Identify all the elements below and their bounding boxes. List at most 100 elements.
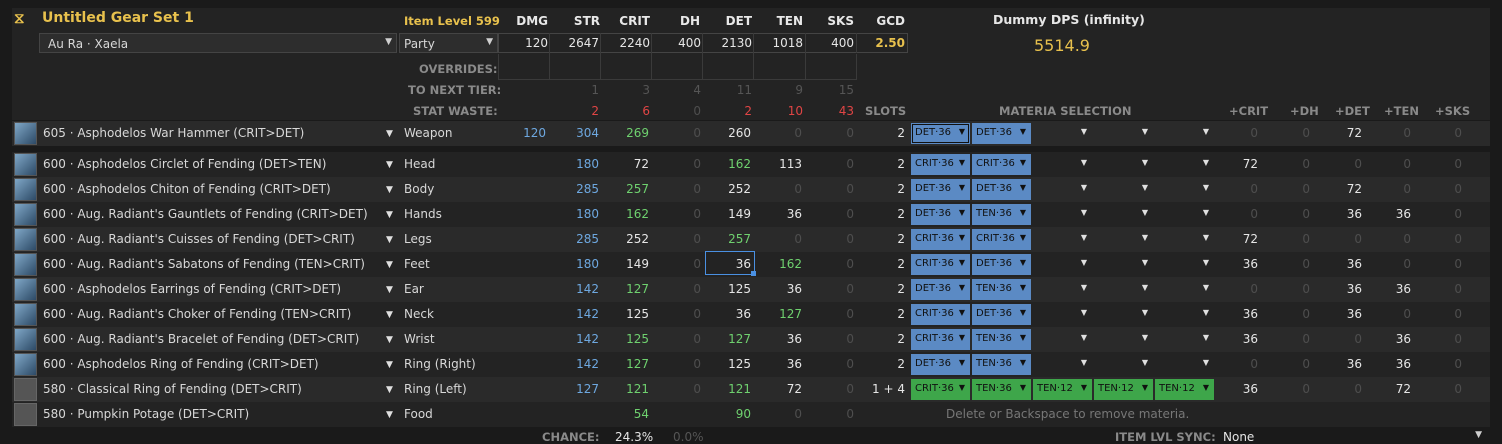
materia-select[interactable]: ▼ <box>1155 154 1214 175</box>
materia-select[interactable]: ▼ <box>1155 329 1214 350</box>
item-name-select[interactable]: 605 · Asphodelos War Hammer (CRIT>DET) <box>43 126 383 140</box>
chevron-down-icon[interactable]: ▼ <box>386 335 393 345</box>
stat-det-cell[interactable]: 125 <box>707 357 751 371</box>
stat-dh-cell[interactable]: 0 <box>657 157 701 171</box>
materia-select[interactable]: ▼ <box>1094 329 1153 350</box>
stat-ten-cell[interactable]: 0 <box>758 407 802 421</box>
stat-str-cell[interactable]: 285 <box>555 182 599 196</box>
stat-det-cell[interactable]: 90 <box>707 407 751 421</box>
stat-sks-cell[interactable]: 0 <box>810 257 854 271</box>
stat-det-cell[interactable]: 125 <box>707 282 751 296</box>
materia-select[interactable]: TEN·36 ▼ <box>972 379 1031 400</box>
stat-str-cell[interactable]: 142 <box>555 332 599 346</box>
materia-select[interactable]: ▼ <box>1033 329 1092 350</box>
materia-select[interactable]: TEN·36 ▼ <box>972 204 1031 225</box>
stat-ten-cell[interactable]: 36 <box>758 207 802 221</box>
materia-select[interactable]: ▼ <box>1155 179 1214 200</box>
stat-ten-cell[interactable]: 36 <box>758 332 802 346</box>
chevron-down-icon[interactable]: ▼ <box>386 129 393 139</box>
materia-select[interactable]: ▼ <box>1033 304 1092 325</box>
stat-crit-cell[interactable]: 127 <box>605 357 649 371</box>
materia-select[interactable]: DET·36 ▼ <box>972 123 1031 144</box>
stat-crit-cell[interactable]: 269 <box>605 126 649 140</box>
stat-sks-cell[interactable]: 0 <box>810 182 854 196</box>
gearset-title[interactable]: Untitled Gear Set 1 <box>42 10 194 26</box>
materia-select[interactable]: TEN·36 ▼ <box>972 279 1031 300</box>
materia-select[interactable]: DET·36 ▼ <box>911 279 970 300</box>
item-level-sync-select[interactable]: None ▼ <box>1218 428 1486 444</box>
materia-select[interactable]: ▼ <box>1033 254 1092 275</box>
stat-det-cell[interactable]: 260 <box>707 126 751 140</box>
selected-cell-outline[interactable] <box>705 251 755 275</box>
item-name-select[interactable]: 600 · Aug. Radiant's Gauntlets of Fendin… <box>43 207 383 221</box>
stat-dh-cell[interactable]: 0 <box>657 126 701 140</box>
materia-select[interactable]: CRIT·36 ▼ <box>911 379 970 400</box>
stat-det-cell[interactable]: 252 <box>707 182 751 196</box>
chevron-down-icon[interactable]: ▼ <box>386 385 393 395</box>
stat-dh-cell[interactable]: 0 <box>657 257 701 271</box>
item-name-select[interactable]: 600 · Aug. Radiant's Sabatons of Fending… <box>43 257 383 271</box>
materia-select[interactable]: ▼ <box>1094 229 1153 250</box>
materia-select[interactable]: TEN·12 ▼ <box>1155 379 1214 400</box>
stat-ten-cell[interactable]: 127 <box>758 307 802 321</box>
stat-str-cell[interactable]: 127 <box>555 382 599 396</box>
stat-crit-cell[interactable]: 149 <box>605 257 649 271</box>
materia-select[interactable]: CRIT·36 ▼ <box>911 229 970 250</box>
materia-select[interactable]: DET·36 ▼ <box>972 254 1031 275</box>
materia-select[interactable]: ▼ <box>1155 254 1214 275</box>
stat-crit-cell[interactable]: 127 <box>605 282 649 296</box>
materia-select[interactable]: ▼ <box>1033 229 1092 250</box>
stat-sks-cell[interactable]: 0 <box>810 126 854 140</box>
stat-sks-cell[interactable]: 0 <box>810 157 854 171</box>
stat-dh-cell[interactable]: 0 <box>657 232 701 246</box>
materia-select[interactable]: DET·36 ▼ <box>911 123 970 144</box>
materia-select[interactable]: ▼ <box>1094 304 1153 325</box>
materia-select[interactable]: CRIT·36 ▼ <box>911 304 970 325</box>
stat-crit-cell[interactable]: 54 <box>605 407 649 421</box>
stat-ten-cell[interactable]: 0 <box>758 232 802 246</box>
stat-det-cell[interactable]: 127 <box>707 332 751 346</box>
chevron-down-icon[interactable]: ▼ <box>386 360 393 370</box>
stat-ten-cell[interactable]: 0 <box>758 126 802 140</box>
stat-str-cell[interactable]: 180 <box>555 157 599 171</box>
materia-select[interactable]: ▼ <box>1094 179 1153 200</box>
stat-str-cell[interactable]: 304 <box>555 126 599 140</box>
stat-crit-cell[interactable]: 252 <box>605 232 649 246</box>
stat-ten-cell[interactable]: 36 <box>758 357 802 371</box>
materia-select[interactable]: TEN·36 ▼ <box>972 329 1031 350</box>
materia-select[interactable]: ▼ <box>1033 179 1092 200</box>
stat-ten-cell[interactable]: 162 <box>758 257 802 271</box>
stat-det-cell[interactable]: 162 <box>707 157 751 171</box>
stat-det-cell[interactable]: 149 <box>707 207 751 221</box>
materia-select[interactable]: CRIT·36 ▼ <box>911 254 970 275</box>
stat-crit-cell[interactable]: 257 <box>605 182 649 196</box>
stat-str-cell[interactable]: 142 <box>555 307 599 321</box>
chevron-down-icon[interactable]: ▼ <box>386 285 393 295</box>
stat-crit-cell[interactable]: 162 <box>605 207 649 221</box>
materia-select[interactable]: ▼ <box>1094 279 1153 300</box>
stat-det-cell[interactable]: 121 <box>707 382 751 396</box>
item-name-select[interactable]: 600 · Asphodelos Ring of Fending (CRIT>D… <box>43 357 383 371</box>
stat-dh-cell[interactable]: 0 <box>657 182 701 196</box>
stat-crit-cell[interactable]: 121 <box>605 382 649 396</box>
stat-ten-cell[interactable]: 0 <box>758 182 802 196</box>
materia-select[interactable]: ▼ <box>1033 279 1092 300</box>
stat-crit-cell[interactable]: 125 <box>605 307 649 321</box>
overrides-input-row[interactable] <box>498 54 857 80</box>
item-name-select[interactable]: 580 · Classical Ring of Fending (DET>CRI… <box>43 382 383 396</box>
stat-sks-cell[interactable]: 0 <box>810 207 854 221</box>
fill-handle[interactable] <box>751 271 756 276</box>
chevron-down-icon[interactable]: ▼ <box>386 160 393 170</box>
chevron-down-icon[interactable]: ▼ <box>386 185 393 195</box>
stat-dh-cell[interactable]: 0 <box>657 282 701 296</box>
stat-str-cell[interactable]: 180 <box>555 207 599 221</box>
stat-sks-cell[interactable]: 0 <box>810 382 854 396</box>
materia-select[interactable]: ▼ <box>1155 204 1214 225</box>
chevron-down-icon[interactable]: ▼ <box>386 210 393 220</box>
stat-ten-cell[interactable]: 36 <box>758 282 802 296</box>
materia-select[interactable]: ▼ <box>1094 123 1153 144</box>
materia-select[interactable]: ▼ <box>1155 354 1214 375</box>
materia-select[interactable]: ▼ <box>1033 354 1092 375</box>
materia-select[interactable]: ▼ <box>1033 154 1092 175</box>
materia-select[interactable]: TEN·12 ▼ <box>1033 379 1092 400</box>
